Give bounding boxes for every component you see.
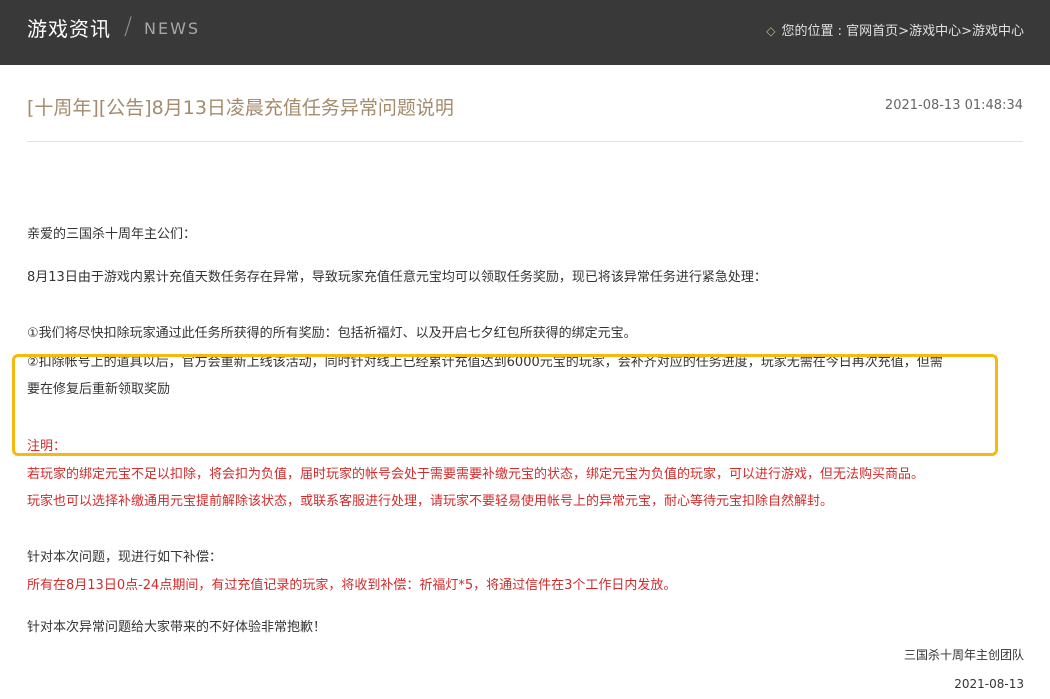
breadcrumb-game-center-link[interactable]: 游戏中心 [909,24,961,39]
item-1-text: ①我们将尽快扣除玩家通过此任务所获得的所有奖励：包括祈福灯、以及开启七夕红包所获… [27,326,637,341]
title-divider: / [124,12,133,40]
diamond-icon: ◇ [766,24,776,38]
breadcrumb-separator: > [961,24,972,39]
compensation-intro-text: 针对本次问题，现进行如下补偿： [27,550,223,565]
location-prefix: 您的位置 : [781,24,847,39]
section-subtitle: NEWS [144,19,201,38]
apology-text: 针对本次异常问题给大家带来的不好体验非常抱歉！ [27,620,327,635]
breadcrumb-home-link[interactable]: 官网首页 [846,24,898,39]
intro-text: 8月13日由于游戏内累计充值天数任务存在异常，导致玩家充值任意元宝均可以领取任务… [27,270,767,285]
article-title: [十周年][公告]8月13日凌晨充值任务异常问题说明 [27,97,454,119]
breadcrumb-separator: > [898,24,910,39]
note-highlight-box [12,354,998,456]
section-title: 游戏资讯 [27,17,111,41]
signature-date: 2021-08-13 [954,677,1024,691]
note-text-line-1: 若玩家的绑定元宝不足以扣除，将会扣为负值，届时玩家的帐号会处于需要需要补缴元宝的… [27,467,925,482]
compensation-detail-text: 所有在8月13日0点-24点期间，有过充值记录的玩家，将收到补偿：祈福灯*5，将… [27,578,677,593]
greeting-text: 亲爱的三国杀十周年主公们： [27,227,197,242]
page-header: 游戏资讯 / NEWS ◇ 您的位置 : 官网首页>游戏中心>游戏中心 [0,0,1050,65]
signature-team: 三国杀十周年主创团队 [903,648,1024,662]
article-datetime: 2021-08-13 01:48:34 [884,98,1023,113]
note-text-line-2: 玩家也可以选择补缴通用元宝提前解除该状态，或联系客服进行处理，请玩家不要轻易使用… [27,494,834,509]
article-header: [十周年][公告]8月13日凌晨充值任务异常问题说明 2021-08-13 01… [27,93,1023,142]
breadcrumb-current-link[interactable]: 游戏中心 [972,24,1024,39]
breadcrumb: ◇ 您的位置 : 官网首页>游戏中心>游戏中心 [766,20,1024,39]
